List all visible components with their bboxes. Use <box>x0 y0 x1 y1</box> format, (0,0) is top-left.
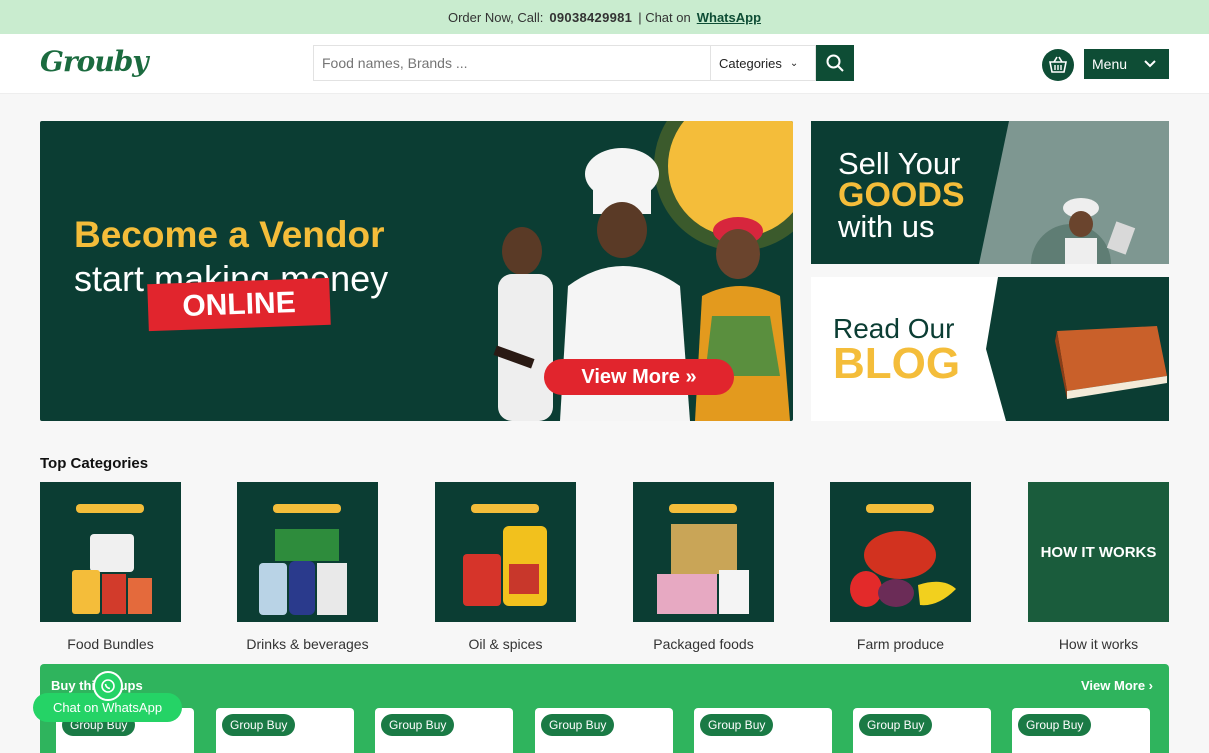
group-buy-card[interactable]: Group Buy <box>694 708 832 753</box>
chevron-down-icon: ⌄ <box>789 57 799 69</box>
blog-line2: BLOG <box>833 339 961 388</box>
top-announcement-bar: Order Now, Call: 09038429981 | Chat on W… <box>0 0 1209 34</box>
category-tile <box>435 482 576 622</box>
group-buy-badge: Group Buy <box>381 714 455 736</box>
categories-label: Categories <box>719 55 782 71</box>
category-tag <box>866 504 934 513</box>
category-oil-spices[interactable]: Oil & spices <box>435 482 576 652</box>
logo[interactable]: Grouby <box>40 45 149 78</box>
category-tile <box>633 482 774 622</box>
farm-produce-image <box>850 531 956 607</box>
group-buy-card[interactable]: Group Buy <box>535 708 673 753</box>
site-header: Grouby Categories ⌄ Menu <box>0 34 1209 94</box>
search-icon <box>826 54 844 72</box>
how-it-works-tile: HOW IT WORKS <box>1028 482 1169 622</box>
hero-online-badge: ONLINE <box>147 277 331 332</box>
group-buy-card[interactable]: Group Buy <box>1012 708 1150 753</box>
category-label: How it works <box>1058 636 1139 652</box>
drinks-image <box>259 529 347 615</box>
group-buy-badge: Group Buy <box>222 714 296 736</box>
category-how-it-works[interactable]: HOW IT WORKS How it works <box>1028 482 1169 652</box>
sell-line3: with us <box>838 209 935 244</box>
category-farm-produce[interactable]: Farm produce <box>830 482 971 652</box>
group-buy-card[interactable]: Group Buy <box>216 708 354 753</box>
group-buy-card[interactable]: Group Buy <box>853 708 991 753</box>
category-packaged-foods[interactable]: Packaged foods <box>633 482 774 652</box>
food-bundle-image <box>72 534 152 614</box>
category-tag <box>471 504 539 513</box>
hero-heading: Become a Vendor <box>74 214 385 255</box>
category-food-bundles[interactable]: Food Bundles <box>40 482 181 652</box>
search-input[interactable] <box>322 55 710 71</box>
search-button[interactable] <box>816 45 854 81</box>
sell-goods-banner[interactable]: Sell Your GOODS with us <box>811 121 1169 264</box>
group-buy-badge: Group Buy <box>541 714 615 736</box>
oil-spices-image <box>463 526 547 606</box>
chat-on-text: | Chat on <box>638 9 691 25</box>
group-buy-view-more-link[interactable]: View More › <box>1081 678 1153 693</box>
category-tile <box>40 482 181 622</box>
group-buy-badge: Group Buy <box>859 714 933 736</box>
group-buy-badge: Group Buy <box>700 714 774 736</box>
category-label: Drinks & beverages <box>246 636 369 652</box>
category-tag <box>273 504 341 513</box>
order-now-text: Order Now, Call: <box>447 9 544 25</box>
categories-dropdown[interactable]: Categories ⌄ <box>710 45 816 81</box>
menu-button[interactable]: Menu <box>1084 49 1169 79</box>
category-tile <box>237 482 378 622</box>
group-buy-badge: Group Buy <box>1018 714 1092 736</box>
category-label: Farm produce <box>856 636 945 652</box>
category-tag <box>669 504 737 513</box>
packaged-foods-image <box>657 524 749 614</box>
group-buy-section: Buy thi groups View More › Group Buy Gro… <box>40 664 1169 753</box>
whatsapp-link[interactable]: WhatsApp <box>697 10 761 25</box>
read-blog-banner[interactable]: Read Our BLOG <box>811 277 1169 421</box>
basket-icon[interactable] <box>1042 49 1074 81</box>
menu-label: Menu <box>1092 56 1128 72</box>
category-label: Packaged foods <box>653 636 754 652</box>
search-box <box>313 45 710 81</box>
category-tag <box>76 504 144 513</box>
category-tile <box>830 482 971 622</box>
category-drinks-beverages[interactable]: Drinks & beverages <box>237 482 378 652</box>
chef-illustration <box>1031 198 1136 264</box>
view-more-button[interactable]: View More » <box>544 359 734 395</box>
whatsapp-icon[interactable] <box>93 671 123 701</box>
vendor-hero-banner[interactable]: Become a Vendor start making money ONLIN… <box>40 121 793 421</box>
top-categories-title: Top Categories <box>40 455 149 472</box>
category-label: Oil & spices <box>468 636 543 652</box>
group-buy-card[interactable]: Group Buy <box>375 708 513 753</box>
category-label: Food Bundles <box>67 636 154 652</box>
chevron-down-icon <box>1144 60 1156 68</box>
book-illustration <box>1055 326 1167 399</box>
phone-number[interactable]: 09038429981 <box>549 10 632 25</box>
